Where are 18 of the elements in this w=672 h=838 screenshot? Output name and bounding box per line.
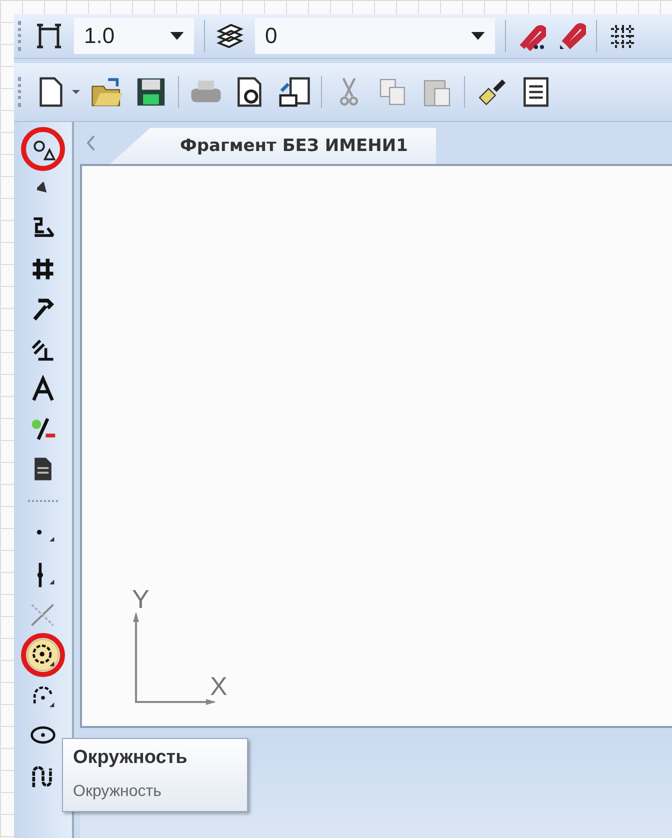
caret-icon: [471, 32, 485, 40]
axis-label: X: [210, 671, 228, 702]
scale-value: 1.0: [84, 23, 115, 49]
layers-icon: [215, 21, 245, 51]
dot-slash-icon: [29, 415, 57, 443]
layer-dropdown[interactable]: 0: [255, 18, 495, 54]
tooltip-description: Окружность: [73, 783, 162, 801]
axis-label: Y: [132, 584, 150, 615]
document-export-icon[interactable]: [277, 75, 311, 109]
open-folder-icon[interactable]: [90, 75, 124, 109]
layer-value: 0: [265, 23, 278, 49]
crossed-lines-icon: [29, 601, 57, 629]
caret-icon[interactable]: [72, 90, 80, 94]
scale-dropdown[interactable]: 1.0: [74, 18, 194, 54]
caret-icon: [170, 32, 184, 40]
document-tab[interactable]: Фрагмент БЕЗ ИМЕНИ1: [110, 128, 436, 164]
tooltip-title: Окружность: [73, 747, 188, 769]
line-scale-icon: [34, 21, 64, 51]
